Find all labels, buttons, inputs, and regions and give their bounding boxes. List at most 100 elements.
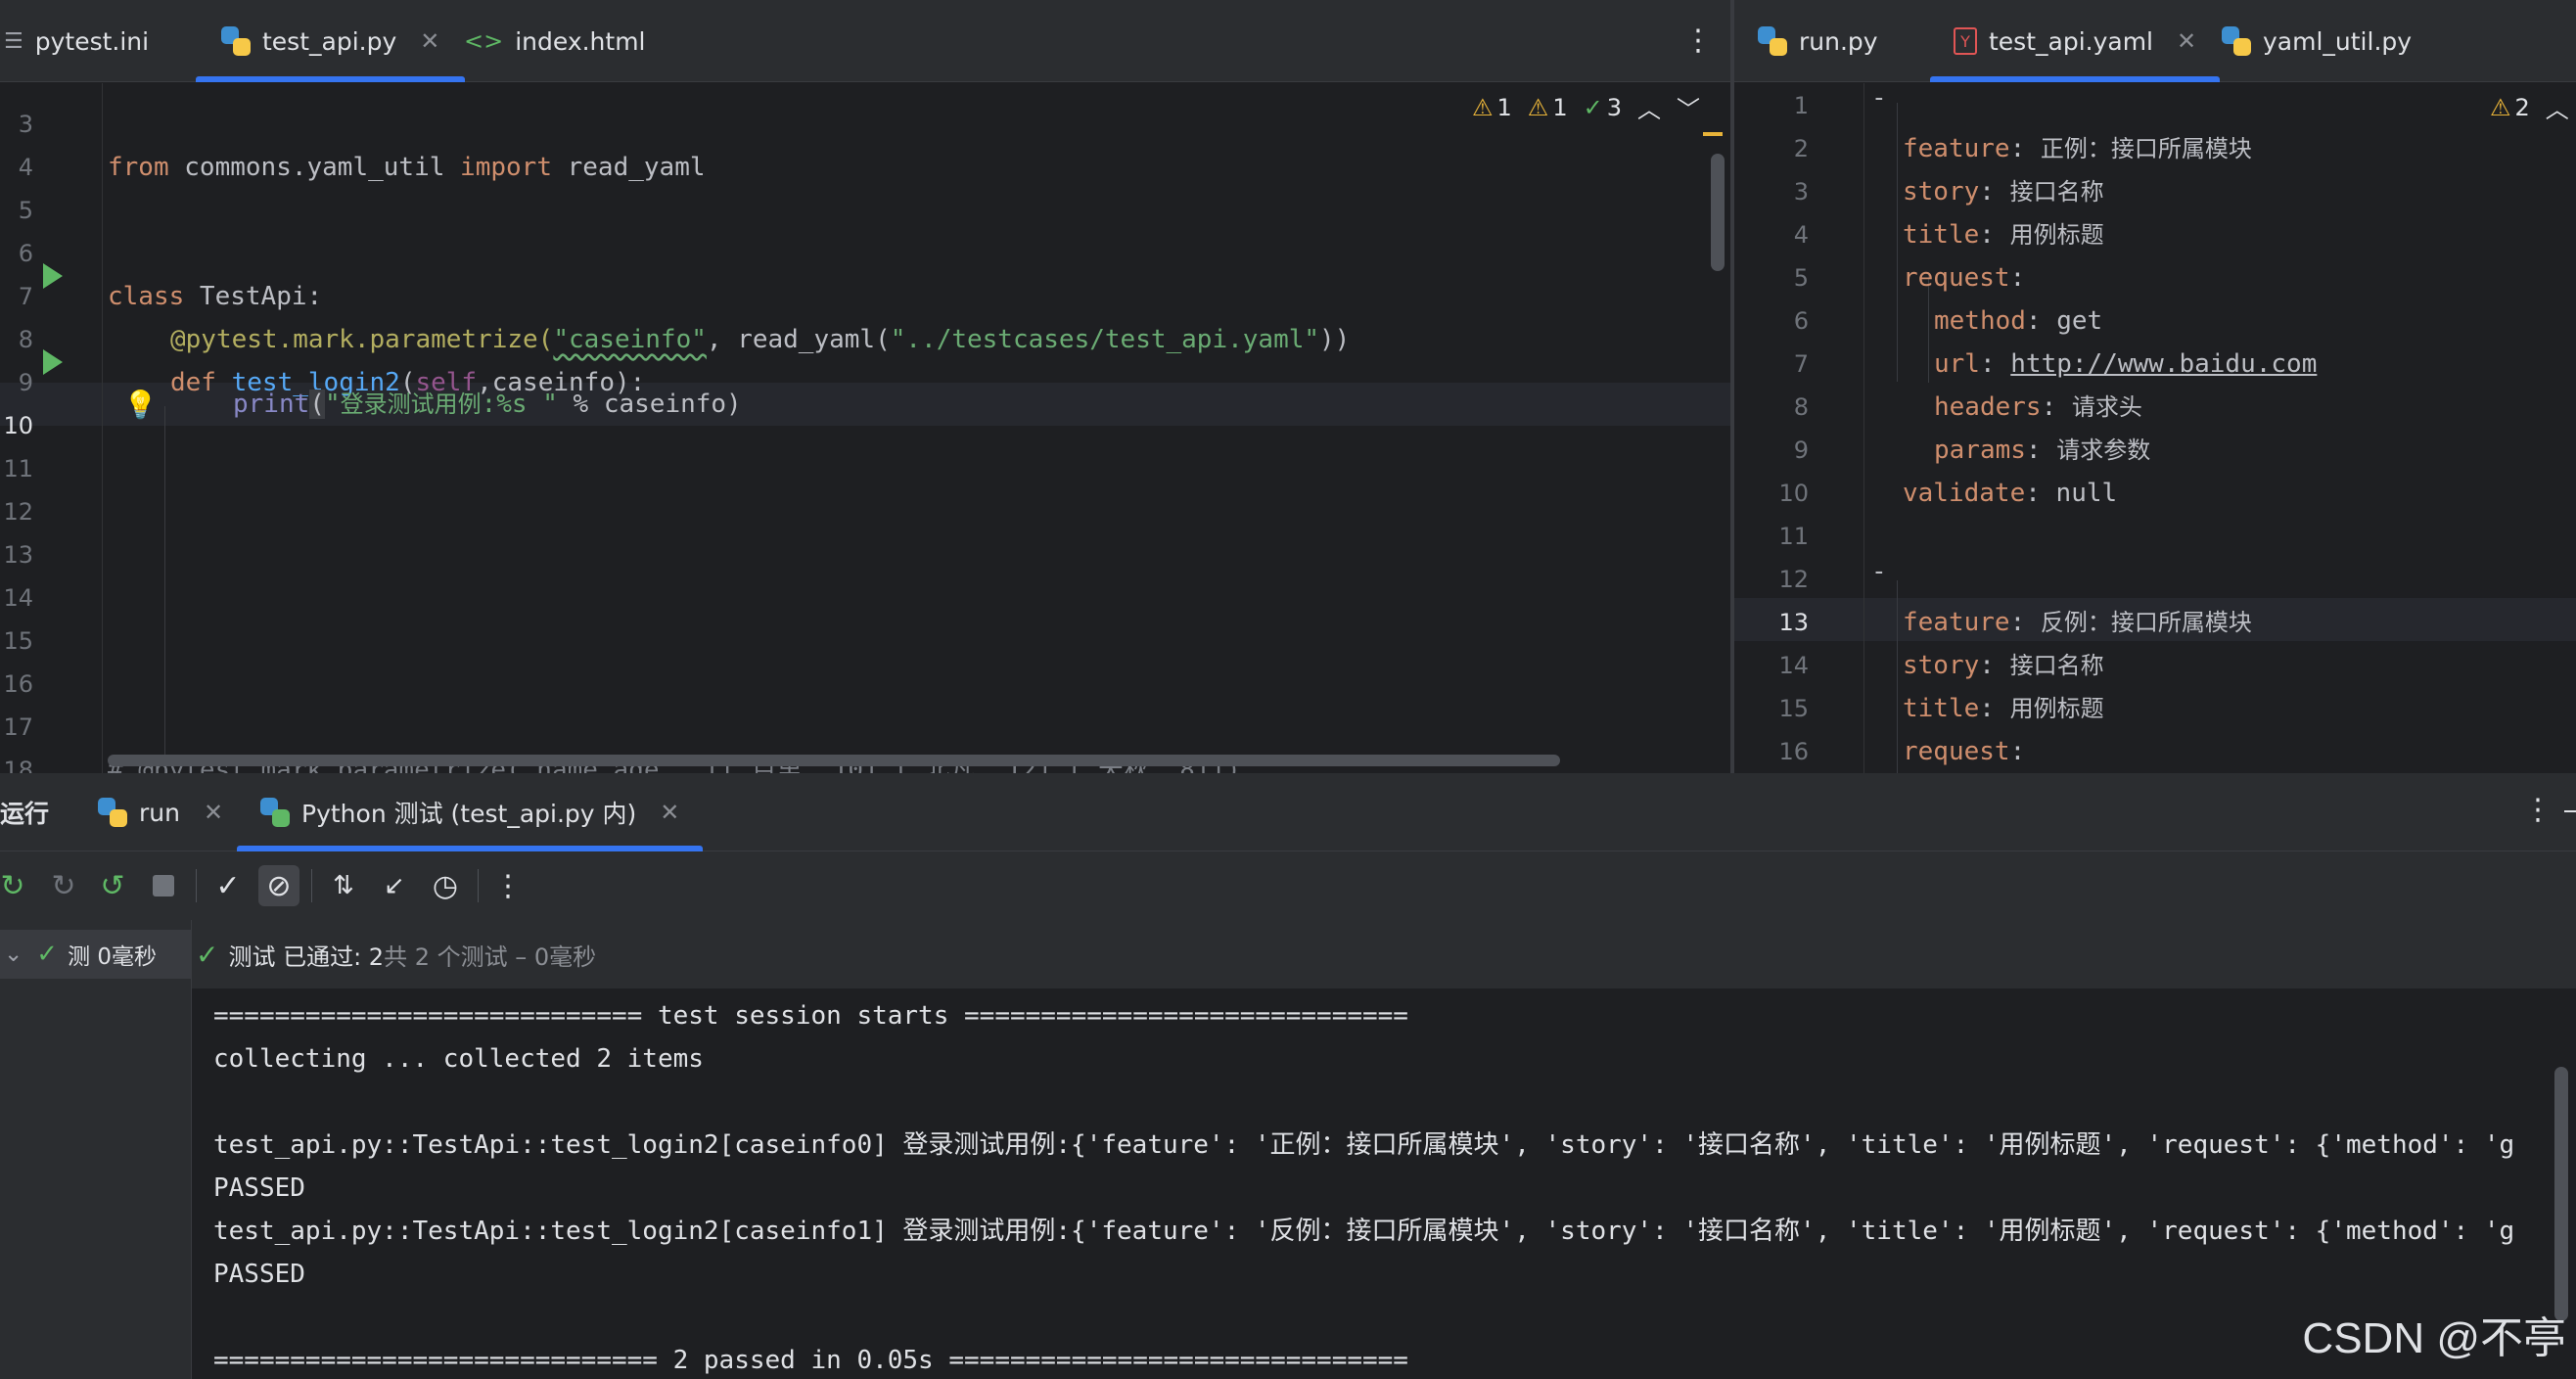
code-token: )) — [1319, 325, 1351, 354]
run-class-icon[interactable] — [43, 263, 63, 289]
yaml-key: story — [1903, 651, 1980, 680]
code-token: @pytest.mark.parametrize( — [170, 325, 554, 354]
show-ignored-icon[interactable]: ⊘ — [258, 865, 299, 906]
gutter-divider — [102, 83, 103, 773]
more-actions-icon[interactable]: ⋮ — [487, 865, 529, 906]
tab-yaml-util-py[interactable]: yaml_util.py — [2222, 0, 2412, 82]
run-panel-options-icon[interactable]: ⋮ — [2523, 793, 2553, 827]
console-output[interactable]: ============================ test sessio… — [192, 988, 2576, 1379]
warning-count: 1 — [1496, 93, 1512, 121]
vertical-scrollbar[interactable] — [1711, 154, 1725, 271]
console-line: ============================ test sessio… — [213, 1001, 1408, 1031]
html-file-icon: <> — [464, 27, 504, 55]
yaml-value: 请求参数 — [2056, 437, 2151, 464]
line-number: 1 — [1793, 92, 1809, 119]
python-file-icon — [1758, 26, 1787, 56]
prev-highlight-icon[interactable]: ︿ — [1637, 90, 1661, 124]
line-number: 11 — [3, 455, 33, 483]
run-tab-run[interactable]: run ✕ — [98, 773, 223, 851]
sort-icon[interactable]: ⇅ — [323, 865, 364, 906]
yaml-value: 用例标题 — [2009, 695, 2104, 722]
line-number: 14 — [3, 584, 33, 612]
python-file-icon — [221, 26, 251, 56]
rerun-failed-icon[interactable]: ↻ — [43, 865, 84, 906]
line-number: 9 — [18, 369, 33, 396]
tab-index-html[interactable]: <> index.html — [464, 0, 646, 82]
line-number: 13 — [1778, 609, 1809, 636]
python-editor[interactable]: 3 4 5 6 7 8 9 10 11 12 13 14 15 16 17 18… — [0, 83, 1730, 785]
minimize-icon[interactable] — [2564, 810, 2576, 812]
run-toolbar: ↻ ↻ ↺ ✓ ⊘ ⇅ ↙ ◷ ⋮ — [0, 851, 2576, 920]
line-number: 6 — [1793, 307, 1809, 335]
close-tab-icon[interactable]: ✕ — [420, 27, 439, 55]
tree-item-label: 测 0毫秒 — [68, 944, 158, 970]
warning-count: 2 — [2514, 93, 2530, 121]
console-line: collecting ... collected 2 items — [213, 1044, 704, 1074]
show-passed-icon[interactable]: ✓ — [207, 865, 249, 906]
warning-icon: ⚠ — [1472, 93, 1494, 121]
tab-label: pytest.ini — [34, 26, 150, 56]
yaml-code-area[interactable]: - feature: 正例：接口所属模块 story: 接口名称 title: … — [1871, 83, 2556, 773]
line-number: 15 — [1778, 695, 1809, 722]
yaml-value: 接口名称 — [2009, 178, 2104, 206]
code-token: "caseinfo" — [553, 325, 707, 354]
tab-label: yaml_util.py — [2263, 26, 2413, 56]
passed-check-icon: ✓ — [36, 940, 59, 969]
code-area[interactable]: from commons.yaml_util import read_yaml … — [108, 83, 1713, 785]
close-tab-icon[interactable]: ✕ — [660, 799, 679, 826]
run-test-icon[interactable] — [43, 349, 63, 375]
tab-run-py[interactable]: run.py — [1758, 0, 1878, 82]
close-tab-icon[interactable]: ✕ — [2177, 27, 2196, 55]
stop-icon[interactable] — [143, 865, 184, 906]
yaml-value: get — [2056, 306, 2103, 336]
line-number: 7 — [18, 283, 33, 310]
console-line: PASSED — [213, 1260, 305, 1289]
run-tab-python-tests[interactable]: Python 测试 (test_api.py 内) ✕ — [237, 773, 704, 851]
console-scrollbar[interactable] — [2554, 1067, 2568, 1321]
code-token: commons.yaml_util — [168, 153, 461, 182]
console-line: ============================= 2 passed i… — [213, 1346, 1408, 1375]
code-token: class — [108, 282, 185, 311]
yaml-key: headers — [1934, 392, 2042, 422]
line-number: 9 — [1793, 437, 1809, 464]
prev-highlight-icon[interactable]: ︿ — [2546, 90, 2569, 124]
yaml-key: url — [1934, 349, 1980, 379]
yaml-key: request — [1903, 263, 2010, 293]
close-tab-icon[interactable]: ✕ — [204, 799, 223, 826]
tab-label: run.py — [1799, 26, 1878, 56]
rerun-icon[interactable]: ↻ — [0, 865, 33, 906]
tab-test-api-yaml[interactable]: Y test_api.yaml ✕ — [1930, 0, 2221, 82]
next-highlight-icon[interactable]: ﹀ — [1677, 90, 1700, 124]
yaml-url-link[interactable]: http://www.baidu.com — [2010, 349, 2317, 379]
code-token: % caseinfo) — [557, 390, 742, 419]
tab-pytest-ini[interactable]: ☰ pytest.ini — [0, 0, 149, 82]
more-tabs-icon[interactable]: ⋮ — [1683, 23, 1713, 58]
yaml-key: feature — [1903, 608, 2010, 637]
line-number: 16 — [3, 670, 33, 698]
toggle-auto-test-icon[interactable]: ↺ — [92, 865, 133, 906]
import-tests-icon[interactable]: ↙ — [374, 865, 415, 906]
inspection-widget[interactable]: ⚠ 1 ⚠ 1 ✓ 3 ︿ ﹀ — [1472, 90, 1700, 124]
line-number: 11 — [1778, 523, 1809, 550]
inspection-widget[interactable]: ⚠ 2 ︿ — [2490, 90, 2569, 124]
chevron-down-icon[interactable]: ⌄ — [4, 942, 23, 967]
code-token: :%s " — [481, 390, 558, 419]
yaml-token: - — [1871, 557, 1887, 586]
toolbar-separator — [196, 869, 197, 902]
yaml-value: 正例：接口所属模块 — [2040, 135, 2252, 162]
test-history-icon[interactable]: ◷ — [425, 865, 466, 906]
run-tool-window-header: 运行 run ✕ Python 测试 (test_api.py 内) ✕ ⋮ — [0, 773, 2576, 851]
warning-count: 1 — [1552, 93, 1568, 121]
line-number: 15 — [3, 627, 33, 655]
warning-icon: ⚠ — [1527, 93, 1549, 121]
line-number: 5 — [1793, 264, 1809, 292]
test-tree-root[interactable]: ⌄ ✓ 测 0毫秒 — [0, 930, 192, 979]
console-line: PASSED — [213, 1173, 305, 1203]
tab-test-api-py[interactable]: test_api.py ✕ — [196, 0, 466, 82]
code-token: from — [108, 153, 169, 182]
line-number: 13 — [3, 541, 33, 569]
yaml-editor[interactable]: 1 2 3 4 5 6 7 8 9 10 11 12 13 14 15 16 -… — [1734, 83, 2576, 776]
console-line: test_api.py::TestApi::test_login2[casein… — [213, 1217, 2515, 1246]
code-token: , read_yaml( — [706, 325, 891, 354]
horizontal-scrollbar[interactable] — [108, 755, 1560, 766]
